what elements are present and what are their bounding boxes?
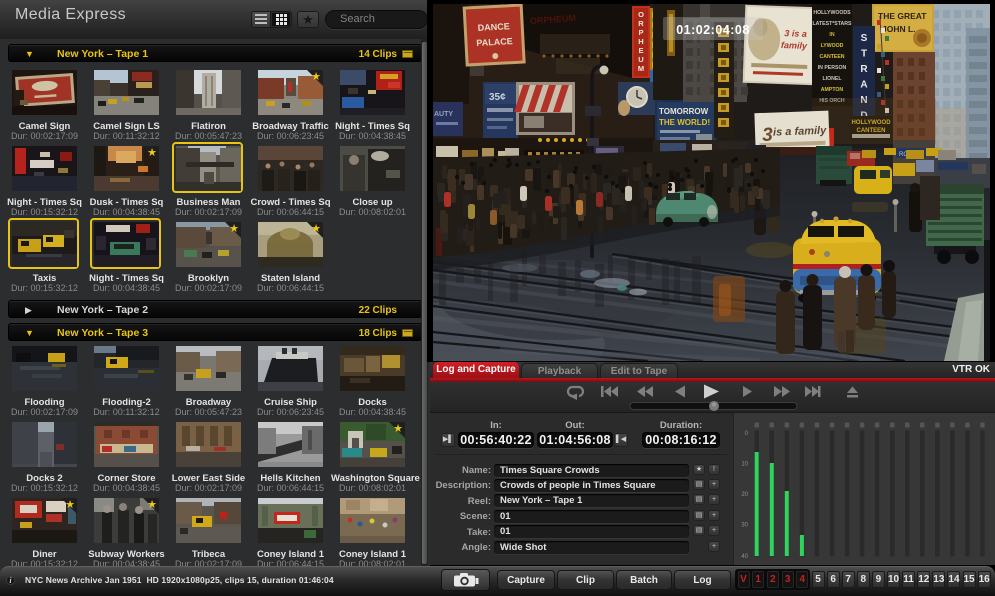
- svg-text:is a family: is a family: [773, 125, 827, 139]
- svg-text:LATEST*STARS: LATEST*STARS: [812, 21, 852, 27]
- svg-text:★: ★: [147, 499, 157, 511]
- svg-text:01:02:04:08: 01:02:04:08: [676, 23, 750, 37]
- svg-text:THE GREAT: THE GREAT: [878, 11, 927, 21]
- svg-text:R: R: [860, 64, 868, 75]
- svg-text:20: 20: [741, 492, 748, 498]
- svg-text:★: ★: [393, 423, 403, 435]
- svg-text:family: family: [781, 40, 808, 51]
- svg-text:IN: IN: [829, 32, 834, 38]
- svg-text:LIONEL: LIONEL: [822, 76, 842, 82]
- svg-text:PALACE: PALACE: [476, 36, 513, 48]
- svg-text:T: T: [861, 49, 867, 60]
- svg-text:★: ★: [65, 499, 75, 511]
- svg-text:P: P: [638, 28, 643, 37]
- svg-text:JOHN L.: JOHN L.: [882, 24, 916, 34]
- svg-text:H: H: [638, 37, 643, 46]
- svg-text:35¢: 35¢: [489, 92, 506, 103]
- svg-text:40: 40: [741, 554, 748, 560]
- svg-text:10: 10: [741, 462, 748, 468]
- svg-text:HOLLYWOODS: HOLLYWOODS: [813, 10, 851, 16]
- svg-text:E: E: [638, 46, 643, 55]
- svg-text:★: ★: [311, 71, 321, 83]
- svg-text:AMPTON: AMPTON: [821, 87, 844, 93]
- svg-text:U: U: [638, 55, 643, 64]
- svg-text:LYWOOD: LYWOOD: [821, 43, 844, 49]
- svg-text:CANTEEN: CANTEEN: [819, 54, 844, 60]
- svg-text:★: ★: [311, 223, 321, 235]
- svg-text:3 is a: 3 is a: [784, 28, 807, 39]
- svg-text:TOMORROW: TOMORROW: [659, 107, 709, 116]
- svg-text:DANCE: DANCE: [477, 21, 509, 33]
- svg-text:★: ★: [229, 223, 239, 235]
- svg-text:0: 0: [745, 431, 749, 437]
- svg-text:★: ★: [147, 147, 157, 159]
- svg-text:IN PERSON: IN PERSON: [818, 65, 847, 71]
- svg-text:30: 30: [741, 523, 748, 529]
- svg-text:A: A: [860, 80, 867, 91]
- svg-text:M: M: [638, 64, 644, 73]
- svg-text:O: O: [638, 10, 644, 19]
- svg-text:AUTY: AUTY: [434, 111, 453, 118]
- svg-text:S: S: [861, 33, 868, 44]
- svg-text:R: R: [638, 19, 644, 28]
- svg-text:THE WORLD!: THE WORLD!: [659, 118, 710, 127]
